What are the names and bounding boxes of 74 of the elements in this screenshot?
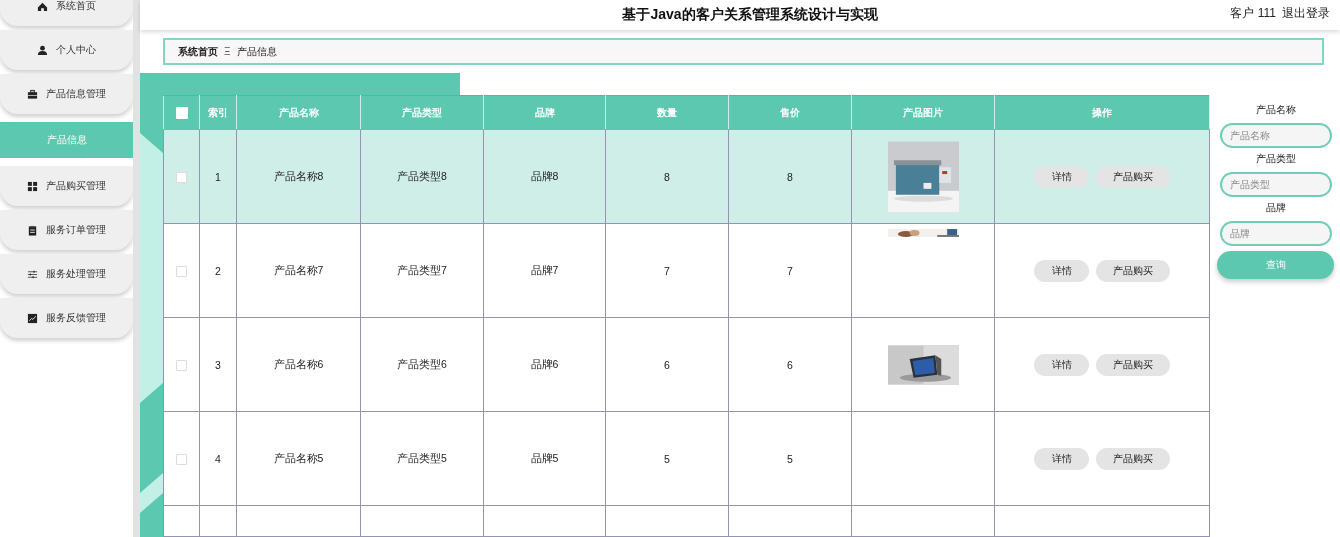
table-cell: 产品名称7 bbox=[273, 263, 324, 276]
input-field[interactable]: 产品名称 bbox=[1219, 123, 1332, 148]
table-cell: 产品类型6 bbox=[397, 357, 447, 370]
briefcase-icon bbox=[27, 88, 38, 100]
menu-item[interactable]: 产品信息管理 bbox=[0, 74, 133, 114]
column-header: 产品图片 bbox=[851, 95, 995, 130]
input-field[interactable]: 品牌 bbox=[1219, 221, 1332, 246]
buy-button[interactable]: 产品购买 bbox=[1096, 165, 1170, 188]
field-label: 产品类型 bbox=[1255, 152, 1296, 166]
table-cell: 6 bbox=[787, 358, 793, 371]
table-cell: 品牌5 bbox=[530, 451, 559, 464]
menu-item[interactable]: 系统首页 bbox=[0, 0, 133, 26]
table-cell: 产品名称8 bbox=[273, 169, 324, 182]
table-cell: 品牌8 bbox=[530, 169, 559, 182]
user-icon bbox=[37, 44, 48, 56]
column-header: 产品类型 bbox=[360, 95, 484, 130]
checkbox[interactable] bbox=[176, 171, 187, 183]
table-cell: 产品类型8 bbox=[397, 169, 447, 182]
menu-item[interactable]: 服务订单管理 bbox=[0, 210, 133, 250]
menu-item[interactable]: 产品购买管理 bbox=[0, 166, 133, 206]
table-cell: 产品名称5 bbox=[273, 451, 324, 464]
table-row[interactable]: 1 产品名称8 产品类型8 品牌8 8 8 详情 产品购买 bbox=[163, 129, 1210, 224]
menu-item[interactable]: 服务反馈管理 bbox=[0, 298, 133, 338]
table-row[interactable]: 2 产品名称7 产品类型7 品牌7 7 7 详情 产品购买 bbox=[163, 223, 1210, 318]
table-cell: 4 bbox=[215, 452, 221, 465]
menu-item[interactable]: 个人中心 bbox=[0, 30, 133, 70]
table-row[interactable]: 4 产品名称5 产品类型5 品牌5 5 5 详情 产品购买 bbox=[163, 411, 1210, 506]
table-cell: 5 bbox=[787, 452, 793, 465]
menu-item[interactable]: 服务处理管理 bbox=[0, 254, 133, 294]
breadcrumb-link[interactable]: 产品信息 bbox=[236, 44, 277, 59]
sliders-icon bbox=[27, 268, 38, 280]
grid-icon bbox=[27, 180, 38, 192]
clipboard-icon bbox=[27, 224, 38, 236]
table-cell: 6 bbox=[664, 358, 670, 371]
table-cell: 7 bbox=[787, 264, 793, 277]
breadcrumb-link[interactable]: 系统首页 bbox=[178, 44, 218, 59]
table-cell: 8 bbox=[787, 170, 793, 183]
column-header: 数量 bbox=[605, 95, 729, 130]
column-header: 品牌 bbox=[483, 95, 606, 130]
home-icon bbox=[37, 0, 48, 12]
buy-button[interactable]: 产品购买 bbox=[1096, 353, 1170, 376]
table-cell: 3 bbox=[215, 358, 221, 371]
buy-button[interactable]: 产品购买 bbox=[1096, 447, 1170, 470]
table-cell: 5 bbox=[664, 452, 670, 465]
user-name: 客户 111 bbox=[1230, 4, 1276, 22]
table-cell: 产品类型5 bbox=[397, 451, 447, 464]
table-cell: 产品类型7 bbox=[397, 263, 447, 276]
details-button[interactable]: 详情 bbox=[1034, 353, 1089, 376]
logout-link[interactable]: 退出登录 bbox=[1282, 4, 1330, 22]
details-button[interactable]: 详情 bbox=[1034, 447, 1089, 470]
table-cell: 8 bbox=[664, 170, 670, 183]
column-header: 索引 bbox=[199, 95, 237, 130]
table-cell: 品牌6 bbox=[530, 357, 559, 370]
table-cell: 品牌7 bbox=[530, 263, 559, 276]
checkbox[interactable] bbox=[176, 359, 187, 371]
details-button[interactable]: 详情 bbox=[1034, 165, 1089, 188]
chart-icon bbox=[27, 312, 38, 324]
table-cell: 7 bbox=[664, 264, 670, 277]
column-header: 产品名称 bbox=[236, 95, 361, 130]
system-title: 基于Java的客户关系管理系统设计与实现 bbox=[622, 6, 878, 24]
field-label: 品牌 bbox=[1265, 201, 1286, 215]
column-header: 售价 bbox=[728, 95, 852, 130]
checkbox[interactable] bbox=[176, 265, 187, 277]
column-header: 操作 bbox=[994, 95, 1210, 130]
breadcrumb-separator: Ξ bbox=[224, 46, 231, 57]
input-field[interactable]: 产品类型 bbox=[1219, 172, 1332, 197]
buy-button[interactable]: 产品购买 bbox=[1096, 259, 1170, 282]
field-label: 产品名称 bbox=[1255, 103, 1296, 117]
table-row[interactable]: 3 产品名称6 产品类型6 品牌6 6 6 详情 产品购买 bbox=[163, 317, 1210, 412]
checkbox[interactable] bbox=[176, 453, 187, 465]
table-cell: 2 bbox=[215, 264, 221, 277]
table-cell: 1 bbox=[215, 170, 221, 183]
table-cell: 产品名称6 bbox=[273, 357, 324, 370]
details-button[interactable]: 详情 bbox=[1034, 259, 1089, 282]
